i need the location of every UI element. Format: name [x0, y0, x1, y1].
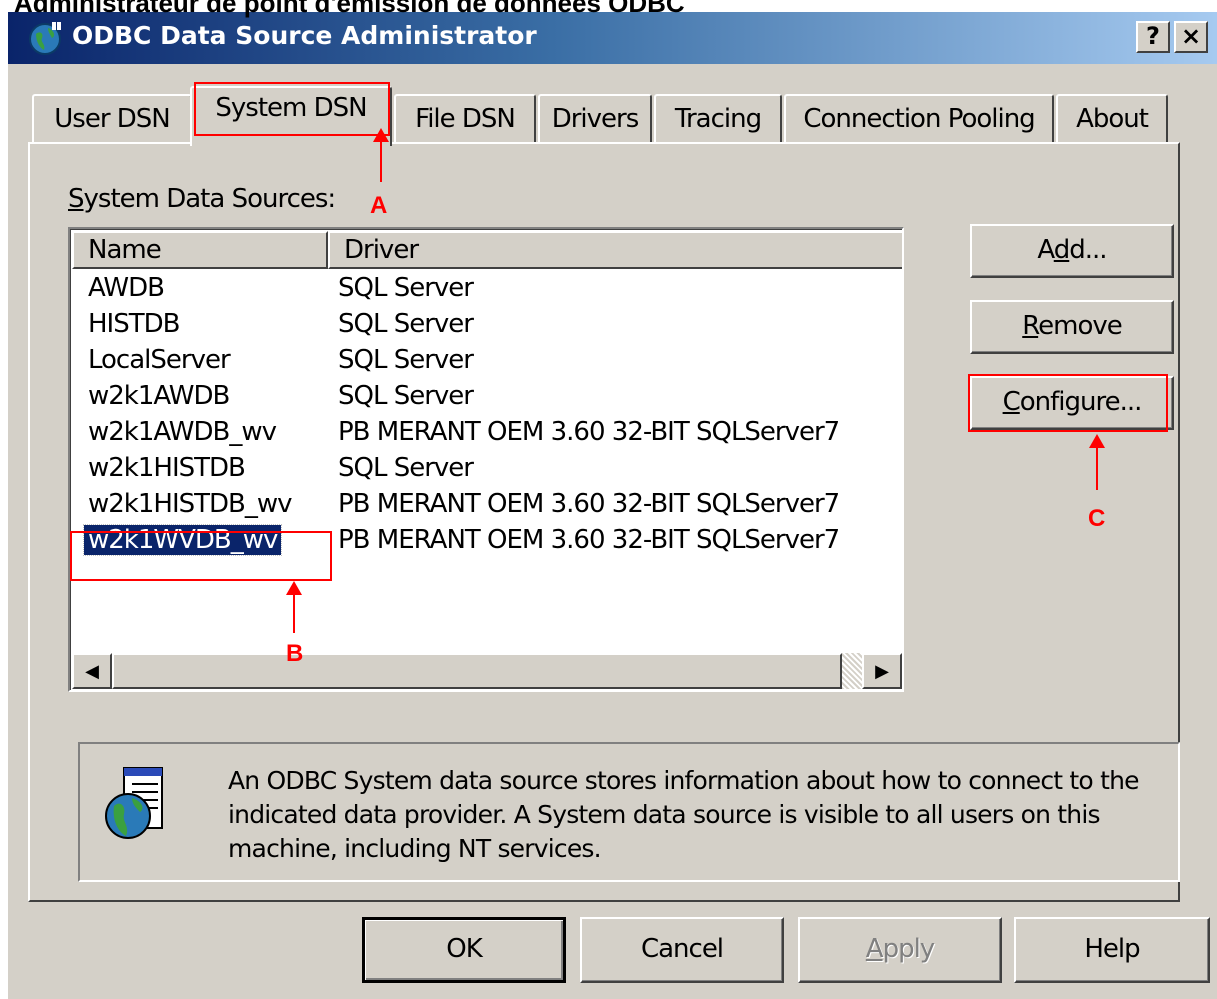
apply-button[interactable]: Apply — [798, 917, 1002, 983]
list-row[interactable]: AWDB SQL Server — [72, 271, 902, 307]
remove-button[interactable]: Remove — [970, 300, 1174, 354]
window-title: ODBC Data Source Administrator — [72, 21, 537, 50]
column-header-name[interactable]: Name — [72, 231, 328, 269]
annotation-box-c — [968, 374, 1168, 432]
list-header: Name Driver — [72, 231, 902, 269]
annotation-label-c: C — [1088, 505, 1106, 532]
tab-user-dsn[interactable]: User DSN — [32, 94, 192, 144]
help-button[interactable]: Help — [1014, 917, 1210, 983]
tab-about[interactable]: About — [1056, 94, 1168, 144]
tab-tracing[interactable]: Tracing — [654, 94, 782, 144]
list-row[interactable]: w2k1AWDB_wv PB MERANT OEM 3.60 32-BIT SQL… — [72, 415, 902, 451]
scroll-left-arrow-icon[interactable]: ◀ — [72, 653, 112, 689]
add-button[interactable]: Add... — [970, 224, 1174, 278]
annotation-arrow-c — [1089, 434, 1105, 490]
annotation-box-b — [70, 531, 332, 581]
scroll-right-arrow-icon[interactable]: ▶ — [862, 653, 902, 689]
title-bar[interactable]: ODBC Data Source Administrator ? × — [8, 12, 1217, 64]
tab-connection-pooling[interactable]: Connection Pooling — [784, 94, 1054, 144]
odbc-globe-icon — [29, 22, 61, 55]
list-row[interactable]: LocalServer SQL Server — [72, 343, 902, 379]
data-sources-list[interactable]: Name Driver AWDB SQL Server HISTDB SQL Ser… — [68, 227, 904, 692]
annotation-label-a: A — [370, 192, 388, 219]
column-header-driver[interactable]: Driver — [328, 231, 902, 269]
system-data-sources-label: System Data Sources: — [68, 184, 336, 214]
annotation-arrow-a — [373, 128, 389, 182]
data-source-globe-icon — [105, 767, 163, 839]
tab-drivers[interactable]: Drivers — [538, 94, 652, 144]
annotation-label-b: B — [286, 640, 304, 667]
help-title-button[interactable]: ? — [1136, 21, 1170, 53]
list-row[interactable]: w2k1HISTDB SQL Server — [72, 451, 902, 487]
annotation-box-a — [194, 82, 390, 136]
cancel-button[interactable]: Cancel — [580, 917, 784, 983]
scrollbar-thumb[interactable] — [112, 653, 842, 689]
close-button[interactable]: × — [1174, 21, 1208, 53]
ok-button[interactable]: OK — [362, 917, 566, 983]
horizontal-scrollbar[interactable]: ◀ ▶ — [72, 653, 902, 689]
list-row[interactable]: w2k1HISTDB_wv PB MERANT OEM 3.60 32-BIT S… — [72, 487, 902, 523]
odbc-dialog-window: ODBC Data Source Administrator ? × User … — [8, 12, 1217, 999]
annotation-arrow-b — [286, 581, 302, 633]
page-caption: Administrateur de point d'émission de do… — [14, 0, 685, 18]
tab-file-dsn[interactable]: File DSN — [394, 94, 536, 144]
list-row[interactable]: HISTDB SQL Server — [72, 307, 902, 343]
info-box: An ODBC System data source stores inform… — [78, 742, 1180, 882]
list-row[interactable]: w2k1AWDB SQL Server — [72, 379, 902, 415]
info-description: An ODBC System data source stores inform… — [228, 766, 1140, 863]
